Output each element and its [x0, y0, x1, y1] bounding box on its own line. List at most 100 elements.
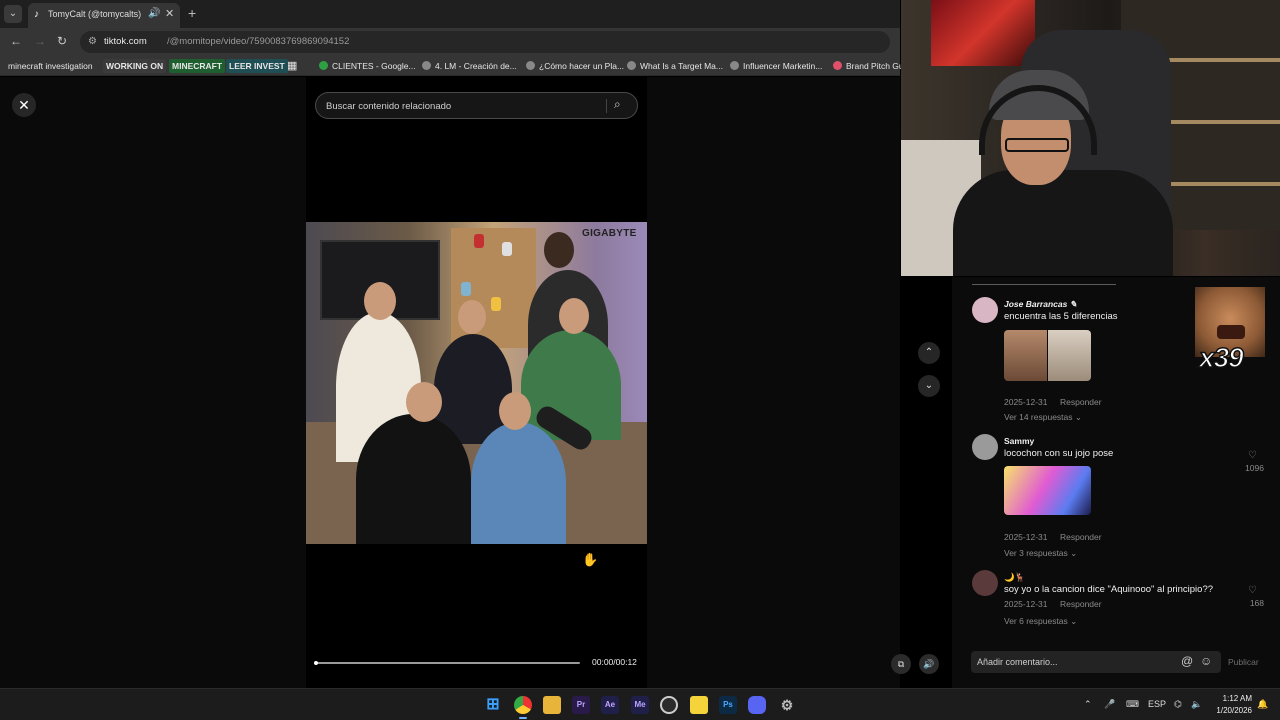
tiktok-icon: ♪	[34, 9, 39, 20]
photoshop-icon[interactable]: Ps	[719, 696, 737, 714]
mouse-cursor-icon: ✋	[582, 552, 599, 567]
site-info-icon[interactable]: ⚙	[88, 36, 97, 47]
file-explorer-icon[interactable]	[543, 696, 561, 714]
like-count: 1096	[1245, 463, 1264, 473]
video-player[interactable]: ⌕ GIGABYTE	[306, 77, 647, 688]
heart-icon[interactable]: ♡	[1248, 585, 1257, 596]
previous-video-button[interactable]: ⌃	[918, 342, 940, 364]
reply-button[interactable]: Responder	[1060, 599, 1102, 609]
comment-image[interactable]	[1004, 330, 1091, 381]
screen: ⌄ ♪ TomyCalt (@tomycalts) | Ti 🔊 ✕ + ← →…	[0, 0, 1280, 720]
tab-search-button[interactable]: ⌄	[4, 5, 22, 23]
comment-avatar[interactable]	[972, 434, 998, 460]
video-progress-bar[interactable]	[314, 661, 580, 665]
emoji-icon[interactable]: ☺	[1200, 654, 1212, 668]
keyboard-icon[interactable]: ⌨	[1126, 699, 1139, 710]
video-person-head	[499, 392, 531, 430]
browser-tab[interactable]: ♪ TomyCalt (@tomycalts) | Ti 🔊 ✕	[28, 3, 180, 28]
reply-button[interactable]: Responder	[1060, 532, 1102, 542]
comment-username[interactable]: 🌙🦌	[1004, 572, 1025, 583]
close-video-button[interactable]: ✕	[12, 93, 36, 117]
globe-icon	[526, 61, 535, 70]
comment-avatar[interactable]	[972, 570, 998, 596]
reload-icon[interactable]: ↻	[57, 34, 67, 48]
forward-icon[interactable]: →	[34, 34, 46, 48]
browser-tab-strip: ⌄ ♪ TomyCalt (@tomycalts) | Ti 🔊 ✕ +	[0, 0, 900, 28]
publish-button[interactable]: Publicar	[1228, 657, 1259, 667]
google-sheets-icon	[319, 61, 328, 70]
premiere-icon[interactable]: Pr	[572, 696, 590, 714]
clock-time[interactable]: 1:12 AM	[1218, 694, 1252, 703]
webcam-streamer-body	[953, 170, 1173, 276]
clock-date[interactable]: 1/20/2026	[1210, 706, 1252, 715]
comment-username[interactable]: Sammy	[1004, 436, 1034, 446]
video-person-head	[559, 298, 589, 334]
view-replies-button[interactable]: Ver 14 respuestas ⌄	[1004, 412, 1082, 423]
tray-overflow-icon[interactable]: ⌃	[1084, 699, 1092, 710]
mic-icon[interactable]: 🎤	[1104, 699, 1115, 710]
video-toy	[502, 242, 512, 256]
notification-icon[interactable]: 🔔	[1257, 699, 1268, 710]
chrome-icon[interactable]	[514, 696, 532, 714]
obs-icon[interactable]	[660, 696, 678, 714]
media-encoder-icon[interactable]: Me	[631, 696, 649, 714]
comment-input[interactable]	[977, 655, 1177, 669]
related-search-input[interactable]	[326, 98, 596, 114]
sticker-mouth	[1217, 325, 1245, 339]
bookmark-minecraft[interactable]: MINECRAFT	[169, 59, 226, 73]
speaker-icon[interactable]: 🔊	[148, 8, 160, 19]
comment-username[interactable]: Jose Barrancas ✎	[1004, 299, 1077, 310]
start-icon[interactable]: ⊞	[484, 696, 502, 714]
comment-image[interactable]	[1004, 466, 1091, 515]
view-replies-button[interactable]: Ver 3 respuestas ⌄	[1004, 548, 1077, 559]
bookmark-lm-creacion[interactable]: 4. LM - Creación de...	[422, 59, 517, 73]
settings-icon[interactable]: ⚙	[778, 696, 796, 714]
video-person	[471, 422, 566, 544]
globe-icon	[627, 61, 636, 70]
reply-button[interactable]: Responder	[1060, 397, 1102, 407]
bookmark-working-on[interactable]: WORKING ON	[103, 59, 167, 73]
volume-icon[interactable]: 🔈	[1191, 699, 1202, 710]
next-video-button[interactable]: ⌄	[918, 375, 940, 397]
search-icon[interactable]: ⌕	[614, 97, 621, 112]
network-icon[interactable]: ⌬	[1174, 699, 1182, 710]
bookmarks-bar: minecraft investigation WORKING ON MINEC…	[0, 56, 906, 76]
bookmark-leer-invest[interactable]: LEER INVEST	[226, 59, 288, 73]
mention-icon[interactable]: @	[1181, 654, 1193, 668]
bookmark-minecraft-investigation[interactable]: minecraft investigation	[8, 59, 93, 73]
language-indicator[interactable]: ESP	[1148, 699, 1166, 709]
video-toy	[461, 282, 471, 296]
view-replies-button[interactable]: Ver 6 respuestas ⌄	[1004, 616, 1077, 627]
sticker-overlay: x39	[1195, 287, 1265, 377]
sticky-notes-icon[interactable]	[690, 696, 708, 714]
brand-watermark: GIGABYTE	[582, 228, 637, 239]
volume-button[interactable]: 🔊	[919, 654, 939, 674]
bookmark-clientes[interactable]: CLIENTES - Google...	[319, 59, 416, 73]
related-search: ⌕	[315, 92, 638, 119]
bookmark-como-hacer[interactable]: ¿Cómo hacer un Pla...	[526, 59, 624, 73]
url-host: tiktok.com	[104, 36, 147, 47]
bookmark-brand-pitch[interactable]: Brand Pitch Gui	[833, 59, 906, 73]
sticker-label: x39	[1198, 341, 1244, 374]
after-effects-icon[interactable]: Ae	[601, 696, 619, 714]
tiktok-page: ✕ ⌕ GIGABYTE	[0, 77, 940, 688]
comment-avatar[interactable]	[972, 297, 998, 323]
bookmark-target-market[interactable]: What Is a Target Ma...	[627, 59, 723, 73]
bookmark-influencer-marketing[interactable]: Influencer Marketin...	[730, 59, 822, 73]
active-app-indicator	[519, 717, 527, 719]
comment-text: soy yo o la cancion dice "Aquinooo" al p…	[1004, 584, 1214, 595]
tab-close-icon[interactable]: ✕	[165, 7, 174, 20]
browser-toolbar: ← → ↻ ⚙ tiktok.com /@momitope/video/7590…	[0, 28, 900, 56]
apps-grid-icon[interactable]: ▦	[287, 59, 297, 73]
back-icon[interactable]: ←	[10, 34, 22, 48]
address-bar[interactable]: ⚙ tiktok.com /@momitope/video/7590083769…	[80, 31, 890, 53]
url-path: /@momitope/video/7590083769869094152	[167, 36, 350, 47]
pip-button[interactable]: ⧉	[891, 654, 911, 674]
progress-knob[interactable]	[314, 661, 318, 665]
new-tab-button[interactable]: +	[188, 5, 196, 21]
search-separator	[606, 99, 607, 113]
discord-icon[interactable]	[748, 696, 766, 714]
heart-icon[interactable]: ♡	[1248, 450, 1257, 461]
comment-date: 2025-12-31	[1004, 397, 1048, 407]
video-frame[interactable]: GIGABYTE	[306, 222, 647, 544]
